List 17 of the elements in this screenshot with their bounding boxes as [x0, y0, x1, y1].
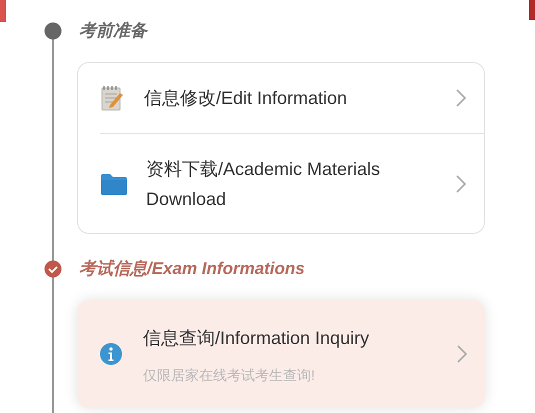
edge-strip [529, 0, 535, 20]
chevron-right-icon [456, 89, 466, 107]
menu-item-title: 信息查询/Information Inquiry [143, 326, 370, 350]
menu-item[interactable]: 信息修改/Edit Information [98, 73, 466, 123]
info-icon [99, 342, 123, 366]
menu-item[interactable]: 信息查询/Information Inquiry 仅限居家在线考试考生查询! [97, 312, 467, 396]
menu-item[interactable]: 资料下载/Academic Materials Download [100, 144, 466, 224]
section-heading: 考试信息/Exam Informations [79, 258, 305, 280]
menu-item-note: 仅限居家在线考试考生查询! [143, 366, 316, 384]
chevron-right-icon [457, 345, 467, 363]
section-heading: 考前准备 [79, 20, 147, 42]
notepad-icon [100, 85, 124, 111]
chevron-right-icon [456, 174, 466, 192]
edge-strip [0, 0, 6, 22]
menu-item-title: 资料下载/Academic Materials Download [146, 158, 382, 210]
folder-icon [100, 172, 128, 196]
menu-item-title: 信息修改/Edit Information [144, 87, 348, 110]
